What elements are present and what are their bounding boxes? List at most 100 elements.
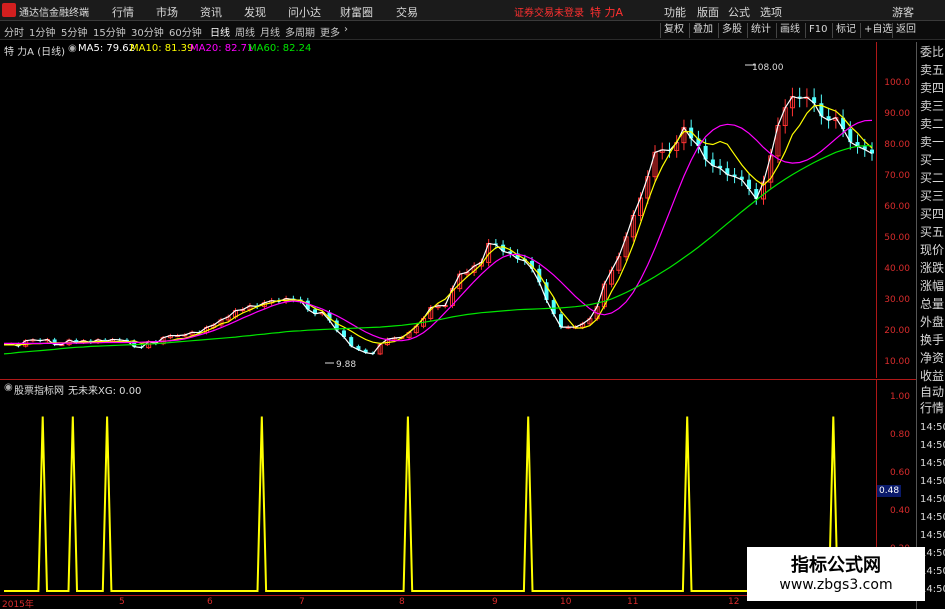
indicator-chart[interactable] [0,395,876,595]
side-label[interactable]: 委比 [920,46,944,59]
watermark-url: www.zbgs3.com [779,577,893,593]
side-label[interactable]: 换手 [920,334,944,347]
side-label[interactable]: 卖四 [920,82,944,95]
f10-button[interactable]: F10 [805,23,830,38]
settings-dot-icon[interactable]: ◉ [68,43,77,54]
add-favorite-button[interactable]: +自选 [860,23,895,38]
menu-item-market[interactable]: 市场 [156,4,178,20]
side-time: 14:50 [920,458,945,469]
period-60min[interactable]: 60分钟 [169,24,202,39]
login-notice[interactable]: 证券交易未登录 [514,4,584,19]
draw-line-button[interactable]: 画线 [776,23,803,38]
time-tick: 12 [728,597,740,607]
side-label[interactable]: 买三 [920,190,944,203]
menu-item-quotes[interactable]: 行情 [112,4,134,20]
menu-formula[interactable]: 公式 [728,4,750,20]
side-label[interactable]: 外盘 [920,316,944,329]
chevron-right-icon[interactable]: › [344,24,348,35]
time-tick: 6 [207,597,213,607]
indicator-tick: 0.80 [889,430,910,440]
time-tick: 2015年 [2,600,34,609]
statistics-button[interactable]: 统计 [747,23,774,38]
side-label[interactable]: 涨幅 [920,280,944,293]
side-label[interactable]: 卖五 [920,64,944,77]
side-label[interactable]: 买二 [920,172,944,185]
period-1min[interactable]: 1分钟 [29,24,55,39]
price-tick: 70.00 [884,171,910,181]
period-daily[interactable]: 日线 [210,24,230,39]
period-weekly[interactable]: 周线 [235,24,255,39]
multi-stock-button[interactable]: 多股 [718,23,745,38]
ma20-label: MA20: 82.71 [190,43,254,54]
time-axis: 2015年 5 6 7 8 9 10 11 12 [0,595,876,609]
side-label[interactable]: 买一 [920,154,944,167]
period-5min[interactable]: 5分钟 [61,24,87,39]
xg-signal-line [4,416,872,592]
app-title: 通达信金融终端 [19,8,89,19]
watermark: 指标公式网 www.zbgs3.com [747,547,925,601]
quote-side-panel: 委比卖五卖四卖三卖二卖一买一买二买三买四买五现价涨跌涨幅总量外盘换手净资收益 自… [916,42,945,609]
price-tick: 60.00 [884,202,910,212]
indicator-tick: 0.40 [889,506,910,516]
menu-function[interactable]: 功能 [664,4,686,20]
app-logo-icon [2,3,16,17]
menu-item-news[interactable]: 资讯 [200,4,222,20]
price-tick: 10.00 [884,357,910,367]
side-label-lower[interactable]: 行情 [920,402,944,415]
side-time: 14:50 [920,476,945,487]
ma5-line [4,95,873,355]
side-time: 14:50 [920,494,945,505]
menu-item-wealth[interactable]: 财富圈 [340,4,373,20]
side-label[interactable]: 收益 [920,370,944,383]
watermark-title: 指标公式网 [791,555,881,576]
indicator-header: ◉ 股票指标网 无未来XG: 0.00 [0,381,300,397]
indicator-current-value: 0.48 [877,485,901,497]
side-label[interactable]: 卖二 [920,118,944,131]
mark-button[interactable]: 标记 [832,23,859,38]
period-toolbar: 分时 1分钟 5分钟 15分钟 30分钟 60分钟 日线 周线 月线 多周期 更… [0,21,945,40]
price-chart[interactable]: 108.00 9.88 [0,56,876,378]
period-15min[interactable]: 15分钟 [93,24,126,39]
back-button[interactable]: 返回 [892,23,919,38]
side-time: 14:50 [920,512,945,523]
indicator-tick: 1.00 [889,392,910,402]
menu-layout[interactable]: 版面 [697,4,719,20]
restore-rights-button[interactable]: 复权 [660,23,687,38]
menu-item-trade[interactable]: 交易 [396,4,418,20]
time-tick: 8 [399,597,405,607]
indicator-tick: 0.60 [889,468,910,478]
side-time: 14:50 [920,530,945,541]
side-time: 14:50 [920,440,945,451]
overlay-button[interactable]: 叠加 [689,23,716,38]
period-multi[interactable]: 多周期 [285,24,315,39]
side-label[interactable]: 涨跌 [920,262,944,275]
price-tick: 90.00 [884,109,910,119]
period-more[interactable]: 更多 [320,24,340,39]
ma60-label: MA60: 82.24 [248,43,312,54]
period-30min[interactable]: 30分钟 [131,24,164,39]
side-label-lower[interactable]: 自动 [920,386,944,399]
price-tick: 20.00 [884,326,910,336]
menu-item-assistant[interactable]: 问小达 [288,4,321,20]
settings-dot-icon[interactable]: ◉ [4,382,13,393]
price-tick: 50.00 [884,233,910,243]
side-label[interactable]: 卖一 [920,136,944,149]
menu-guest[interactable]: 游客 [892,4,914,20]
side-label[interactable]: 买五 [920,226,944,239]
price-axis: 100.0 90.00 80.00 70.00 60.00 50.00 40.0… [876,42,916,378]
price-chart-header: 特 力A (日线) ◉ MA5: 79.62 MA10: 81.39 MA20:… [0,42,880,58]
side-time: 14:50 [920,422,945,433]
side-label[interactable]: 现价 [920,244,944,257]
side-label[interactable]: 卖三 [920,100,944,113]
period-tick[interactable]: 分时 [4,24,24,39]
high-price-annotation: 108.00 [752,63,784,73]
menu-item-discover[interactable]: 发现 [244,4,266,20]
time-tick: 10 [560,597,572,607]
side-label[interactable]: 总量 [920,298,944,311]
period-monthly[interactable]: 月线 [260,24,280,39]
price-tick: 40.00 [884,264,910,274]
price-tick: 100.0 [884,78,910,88]
side-label[interactable]: 买四 [920,208,944,221]
side-label[interactable]: 净资 [920,352,944,365]
menu-options[interactable]: 选项 [760,4,782,20]
